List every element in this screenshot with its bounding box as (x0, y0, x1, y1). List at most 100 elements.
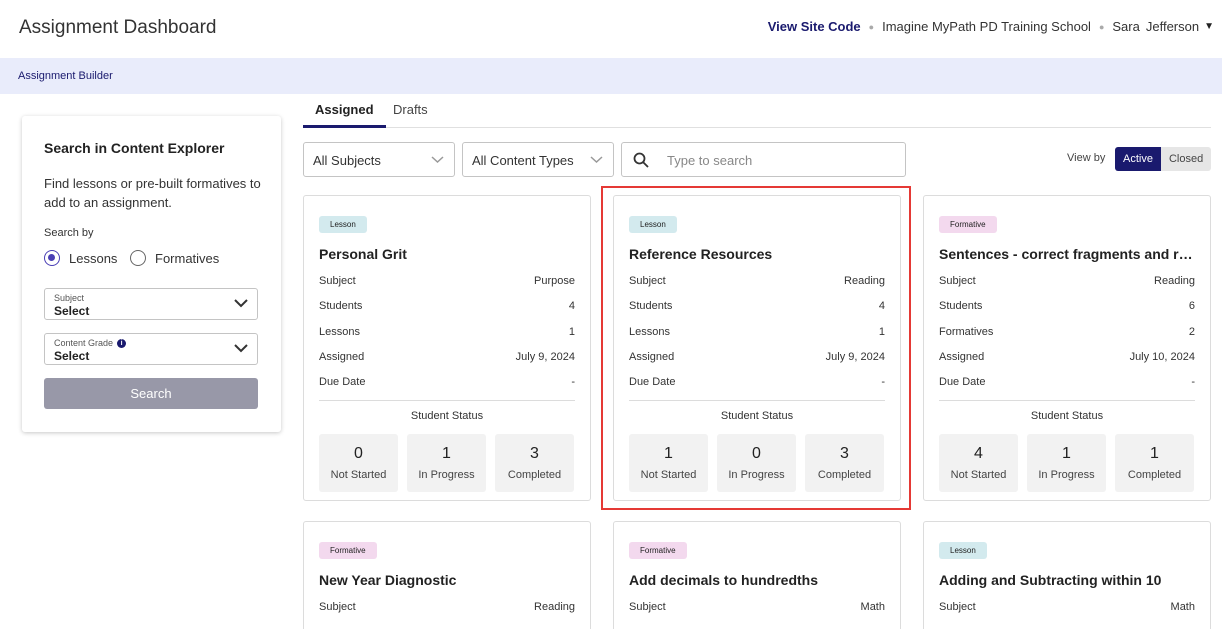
card-row: Lessons 1 (629, 326, 885, 338)
select-value: Select (54, 349, 90, 363)
card-row: Subject Reading (319, 601, 575, 613)
view-closed-button[interactable]: Closed (1160, 147, 1212, 171)
status-in-progress: 1 In Progress (407, 434, 486, 492)
assignment-builder-link[interactable]: Assignment Builder (18, 70, 113, 82)
radio-selected-icon (44, 250, 60, 266)
assignment-card[interactable]: Formative Sentences - correct fragments … (923, 195, 1211, 501)
assignment-card[interactable]: Formative Add decimals to hundredths Sub… (613, 521, 901, 629)
card-row: Assigned July 10, 2024 (939, 351, 1195, 363)
panel-title: Search in Content Explorer (44, 140, 225, 156)
card-title: Add decimals to hundredths (629, 572, 819, 588)
status-in-progress: 0 In Progress (717, 434, 796, 492)
type-badge: Formative (319, 542, 377, 559)
status-not-started: 4 Not Started (939, 434, 1018, 492)
radio-unselected-icon (130, 250, 146, 266)
student-status-heading: Student Status (410, 410, 484, 422)
search-icon (633, 152, 649, 168)
type-badge: Formative (629, 542, 687, 559)
view-active-button[interactable]: Active (1115, 147, 1161, 171)
card-row: Formatives 2 (939, 326, 1195, 338)
card-row: Subject Purpose (319, 275, 575, 287)
panel-description: Find lessons or pre-built formatives to … (44, 176, 261, 210)
card-row: Assigned July 9, 2024 (629, 351, 885, 363)
chevron-down-icon (431, 156, 444, 164)
type-badge: Lesson (939, 542, 987, 559)
card-row: Due Date - (629, 376, 885, 388)
card-row: Subject Math (939, 601, 1195, 613)
divider (939, 400, 1195, 401)
card-row: Lessons 1 (319, 326, 575, 338)
chevron-down-icon (590, 156, 603, 164)
view-by-label: View by (1067, 152, 1106, 164)
tab-drafts[interactable]: Drafts (393, 102, 428, 128)
card-title: New Year Diagnostic (319, 572, 457, 588)
radio-label: Lessons (69, 250, 118, 266)
user-first-name: Sara (1112, 19, 1140, 34)
assignment-card[interactable]: Formative New Year Diagnostic Subject Rea… (303, 521, 591, 629)
chevron-down-icon (234, 344, 248, 353)
page-title: Assignment Dashboard (19, 17, 217, 38)
search-input[interactable] (667, 150, 897, 170)
status-not-started: 0 Not Started (319, 434, 398, 492)
subject-select[interactable]: Subject Select (44, 288, 258, 320)
tab-bar: Assigned Drafts (303, 97, 1211, 128)
filter-value: All Subjects (313, 153, 381, 168)
type-badge: Lesson (319, 216, 367, 233)
app-header: Assignment Dashboard View Site Code ● Im… (0, 0, 1222, 58)
filter-value: All Content Types (472, 153, 574, 168)
search-by-label: Search by (44, 227, 94, 239)
card-row: Students 4 (319, 300, 575, 312)
search-field (621, 142, 906, 177)
select-label: Subject (54, 293, 85, 303)
card-row: Subject Math (629, 601, 885, 613)
select-label: Content Grade i (54, 338, 127, 348)
view-site-code-link[interactable]: View Site Code (768, 19, 861, 34)
tab-assigned[interactable]: Assigned (303, 102, 386, 128)
card-row: Assigned July 9, 2024 (319, 351, 575, 363)
search-button[interactable]: Search (44, 378, 258, 409)
divider (629, 400, 885, 401)
student-status-heading: Student Status (720, 410, 794, 422)
content-explorer-panel: Search in Content Explorer Find lessons … (22, 116, 281, 432)
card-row: Students 6 (939, 300, 1195, 312)
status-not-started: 1 Not Started (629, 434, 708, 492)
card-row: Subject Reading (939, 275, 1195, 287)
view-toggle: Active Closed (1115, 147, 1212, 171)
separator-dot: ● (868, 21, 875, 32)
card-row: Subject Reading (629, 275, 885, 287)
header-right: View Site Code ● Imagine MyPath PD Train… (768, 19, 1214, 34)
card-row: Due Date - (939, 376, 1195, 388)
card-row: Due Date - (319, 376, 575, 388)
info-icon[interactable]: i (117, 338, 127, 348)
card-title: Personal Grit (319, 246, 407, 262)
card-title: Sentences - correct fragments and run-on… (939, 246, 1197, 262)
card-title: Reference Resources (629, 246, 773, 262)
radio-lessons[interactable]: Lessons (44, 250, 117, 266)
assignment-card[interactable]: Lesson Reference Resources Subject Readin… (613, 195, 901, 501)
divider (319, 400, 575, 401)
select-value: Select (54, 304, 90, 318)
status-completed: 3 Completed (805, 434, 884, 492)
user-last-name: Jefferson (1145, 19, 1200, 34)
status-completed: 1 Completed (1115, 434, 1194, 492)
sub-navigation: Assignment Builder (0, 58, 1222, 94)
assignment-card[interactable]: Lesson Personal Grit Subject Purpose Stud… (303, 195, 591, 501)
user-menu[interactable]: Sara Jefferson ▼ (1112, 19, 1214, 34)
school-name: Imagine MyPath PD Training School (882, 19, 1091, 34)
status-completed: 3 Completed (495, 434, 574, 492)
status-in-progress: 1 In Progress (1027, 434, 1106, 492)
card-title: Adding and Subtracting within 10 (939, 572, 1162, 588)
radio-label: Formatives (155, 250, 220, 266)
type-badge: Formative (939, 216, 997, 233)
subjects-filter[interactable]: All Subjects (303, 142, 455, 177)
caret-down-icon: ▼ (1204, 21, 1214, 32)
radio-formatives[interactable]: Formatives (130, 250, 219, 266)
type-badge: Lesson (629, 216, 677, 233)
separator-dot: ● (1098, 21, 1105, 32)
student-status-heading: Student Status (1030, 410, 1104, 422)
card-row: Students 4 (629, 300, 885, 312)
content-types-filter[interactable]: All Content Types (462, 142, 614, 177)
content-grade-select[interactable]: Content Grade i Select (44, 333, 258, 365)
chevron-down-icon (234, 299, 248, 308)
assignment-card[interactable]: Lesson Adding and Subtracting within 10 … (923, 521, 1211, 629)
